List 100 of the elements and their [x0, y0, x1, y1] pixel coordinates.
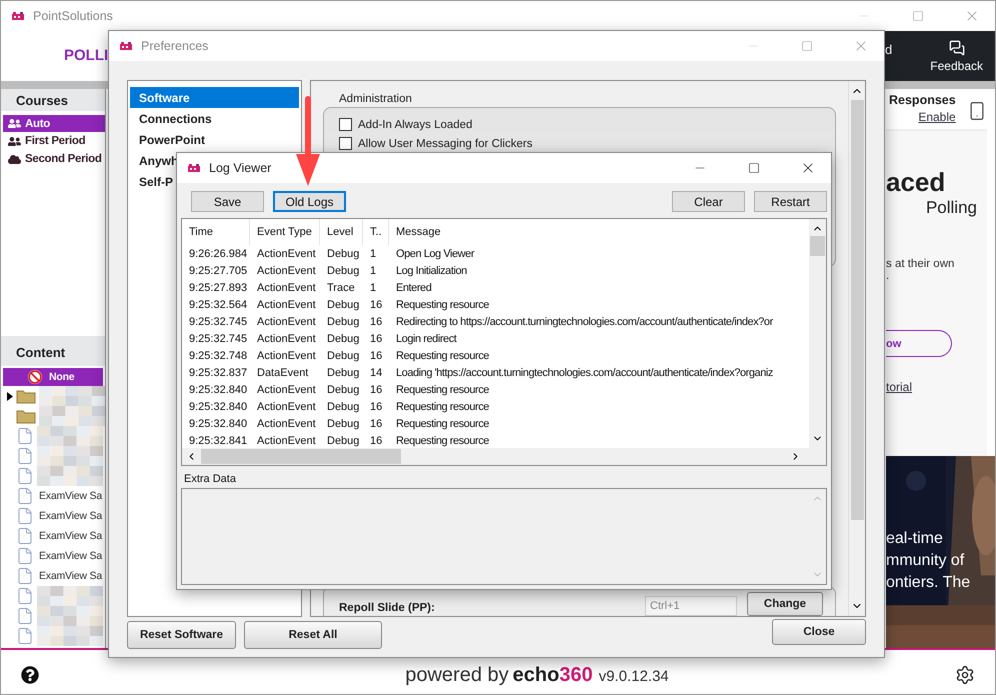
column-header[interactable]: Event Type: [250, 219, 320, 245]
table-cell-text: Trace: [326, 282, 356, 294]
chat-icon: [948, 40, 965, 56]
content-item[interactable]: None: [3, 368, 103, 386]
table-cell-text: 1: [369, 248, 378, 260]
column-header[interactable]: Time: [182, 219, 250, 245]
content-item[interactable]: ExamView Sa: [1, 526, 105, 546]
column-header[interactable]: T..: [363, 219, 389, 245]
content-item[interactable]: ExamView Sa: [1, 486, 105, 506]
maximize-icon[interactable]: [801, 40, 813, 52]
table-cell-text: Debug: [326, 418, 360, 430]
header-text: d: [885, 42, 892, 56]
expand-icon[interactable]: [7, 392, 13, 400]
table-cell-text: Requesting resource: [395, 400, 490, 412]
table-cell-text: 16: [369, 434, 384, 446]
settings-icon[interactable]: [955, 665, 975, 685]
blurred-label: [37, 426, 103, 446]
toolbar-button[interactable]: Old Logs: [273, 191, 346, 212]
table-cell-text: Debug: [326, 384, 360, 396]
table-cell-text: Open Log Viewer: [395, 248, 476, 260]
table-cell-text: ActionEvent: [256, 264, 317, 276]
blurred-label: [37, 466, 103, 486]
table-cell-text: Requesting resource: [395, 434, 490, 446]
column-header[interactable]: Level: [320, 219, 363, 245]
content-label: ExamView Sa: [39, 530, 102, 542]
feedback-button[interactable]: Feedback: [930, 40, 983, 72]
table-cell-text: Loading 'https://account.turningtechnologies.com/account/authenticate/index?organiz: [395, 366, 774, 378]
vertical-scrollbar[interactable]: [848, 81, 865, 616]
reset-button[interactable]: Reset Software: [127, 621, 236, 649]
promo-headline: aced: [886, 167, 946, 198]
checkbox[interactable]: [339, 137, 352, 150]
table-cell-text: 16: [369, 350, 384, 362]
maximize-icon[interactable]: [748, 162, 760, 174]
course-label: Second Period: [25, 153, 102, 165]
table-cell-text: 1: [369, 282, 378, 294]
table-cell-text: Debug: [326, 400, 360, 412]
tutorial-link[interactable]: torial: [886, 380, 987, 394]
responses-label: Responses: [889, 93, 956, 107]
category-item[interactable]: Self-P: [130, 171, 176, 192]
logo-number: 360: [559, 664, 593, 686]
scroll-thumb[interactable]: [850, 100, 864, 520]
category-item[interactable]: Software: [130, 87, 299, 108]
vertical-scrollbar[interactable]: [809, 219, 826, 448]
table-cell-text: Entered: [395, 282, 432, 294]
blurred-label: [37, 606, 103, 626]
table-cell-text: DataEvent: [256, 366, 310, 378]
content-item[interactable]: ExamView Sa: [1, 546, 105, 566]
table-cell-text: 9:25:27.705: [188, 264, 248, 276]
table-cell-text: Redirecting to https://account.turningtechnologies.com/account/authenticate/index?or: [395, 316, 774, 328]
promo-button[interactable]: ow: [886, 330, 952, 357]
people-icon: [8, 117, 21, 130]
enable-link[interactable]: Enable: [918, 110, 956, 124]
course-item[interactable]: First Period: [3, 132, 105, 150]
table-cell-text: 16: [369, 400, 384, 412]
category-item[interactable]: Connections: [130, 108, 214, 129]
courses-heading: Courses: [1, 89, 105, 111]
table-cell-text: ActionEvent: [256, 316, 317, 328]
blurred-label: [39, 406, 105, 426]
table-cell-text: Login redirect: [395, 332, 458, 344]
course-label: First Period: [25, 135, 86, 147]
option-label: Add-In Always Loaded: [358, 118, 472, 130]
course-item[interactable]: Auto: [3, 115, 105, 132]
table-cell-text: Requesting resource: [395, 350, 490, 362]
powered-by-text: powered by: [405, 664, 509, 686]
maximize-icon[interactable]: [912, 10, 924, 22]
category-item[interactable]: PowerPoint: [130, 129, 208, 150]
folder-icon: [16, 408, 36, 424]
content-item[interactable]: ExamView Sa: [1, 506, 105, 526]
toolbar-button[interactable]: Save: [191, 191, 264, 212]
checkbox[interactable]: [339, 118, 352, 131]
table-cell-text: 9:25:32.748: [188, 350, 248, 362]
photo-caption: ontiers. The: [886, 574, 970, 592]
toolbar-button[interactable]: Clear: [672, 191, 745, 212]
scroll-thumb[interactable]: [810, 236, 825, 256]
window-title: PointSolutions: [33, 9, 114, 23]
help-icon[interactable]: [21, 666, 39, 684]
horizontal-scrollbar[interactable]: [182, 448, 826, 465]
version-text: v9.0.12.34: [598, 668, 669, 684]
table-cell-text: 9:25:32.745: [188, 316, 248, 328]
content-label: ExamView Sa: [39, 570, 102, 582]
table-cell-text: Requesting resource: [395, 384, 490, 396]
file-icon: [16, 547, 34, 565]
toolbar-button[interactable]: Restart: [754, 191, 827, 212]
blurred-label: [37, 446, 103, 466]
scroll-thumb[interactable]: [201, 449, 401, 464]
people-icon: [8, 134, 21, 148]
column-header[interactable]: Message: [389, 219, 809, 245]
logo-wordmark: echo: [512, 664, 560, 686]
table-cell-text: 9:25:32.745: [188, 332, 248, 344]
reset-button[interactable]: Reset All: [244, 621, 382, 649]
table-cell-text: 16: [369, 384, 384, 396]
file-icon: [16, 567, 34, 585]
option-label: Allow User Messaging for Clickers: [358, 138, 532, 150]
table-cell-text: 1: [369, 264, 378, 276]
promo-text: s at their own: [886, 258, 956, 270]
content-item[interactable]: ExamView Sa: [1, 566, 105, 586]
cloud-icon: [8, 152, 21, 166]
close-button[interactable]: Close: [772, 619, 866, 645]
course-item[interactable]: Second Period: [3, 150, 105, 168]
change-button[interactable]: Change: [747, 592, 823, 616]
